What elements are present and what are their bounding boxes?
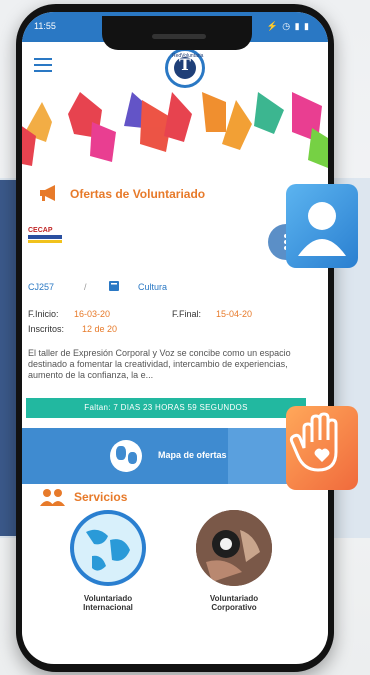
international-volunteering-label[interactable]: Voluntariado Internacional [62, 594, 154, 612]
status-time: 11:55 [34, 21, 56, 31]
svc-line2: Corporativo [211, 603, 257, 612]
international-volunteering-image[interactable] [70, 510, 146, 586]
offers-section-title: Ofertas de Voluntariado [70, 187, 206, 201]
svc-line1: Voluntariado [209, 594, 259, 603]
corporate-volunteering-image[interactable] [196, 510, 272, 586]
user-card[interactable] [286, 184, 358, 268]
status-icons: ⚡ ◷ ▮ ▮ [266, 21, 310, 31]
phone-screen: 11:55 ⚡ ◷ ▮ ▮ RedVoluntaria T Ofertas de… [22, 12, 328, 664]
book-icon [109, 281, 119, 291]
globe-icon [110, 440, 142, 472]
countdown-bar: Faltan: 7 DIAS 23 HORAS 59 SEGUNDOS [26, 398, 306, 418]
hands-illustration [22, 92, 328, 168]
map-offers-label: Mapa de ofertas [158, 450, 227, 460]
megaphone-icon [40, 185, 55, 201]
logo-letter: T [179, 55, 191, 74]
volunteer-card[interactable] [286, 406, 358, 490]
end-date-value: 15-04-20 [216, 309, 253, 319]
start-date-label: F.Inicio: [28, 309, 59, 319]
hamburger-icon[interactable] [34, 58, 52, 72]
services-section-title: Servicios [74, 490, 128, 504]
meta-separator: / [84, 282, 87, 292]
hands-banner [22, 92, 328, 168]
enrolled-label: Inscritos: [28, 324, 65, 334]
svc-line2: Internacional [83, 603, 133, 612]
phone-notch [102, 16, 252, 50]
offer-code[interactable]: CJ257 [28, 282, 54, 292]
app-logo[interactable]: RedVoluntaria T [165, 48, 205, 88]
organization-logo: CECAP [28, 227, 68, 249]
corporate-volunteering-label[interactable]: Voluntariado Corporativo [188, 594, 280, 612]
offer-description: El taller de Expresión Corporal y Voz se… [28, 348, 291, 380]
user-icon [298, 202, 346, 256]
people-icon [40, 489, 65, 506]
map-offers-button[interactable]: Mapa de ofertas [22, 428, 328, 484]
end-date-label: F.Final: [172, 309, 202, 319]
offer-category[interactable]: Cultura [138, 282, 167, 292]
enrolled-value: 12 de 20 [82, 324, 118, 334]
org-logo-text: CECAP [28, 227, 53, 234]
svc-line1: Voluntariado [83, 594, 133, 603]
start-date-value: 16-03-20 [74, 309, 111, 319]
hand-heart-icon [289, 412, 338, 472]
